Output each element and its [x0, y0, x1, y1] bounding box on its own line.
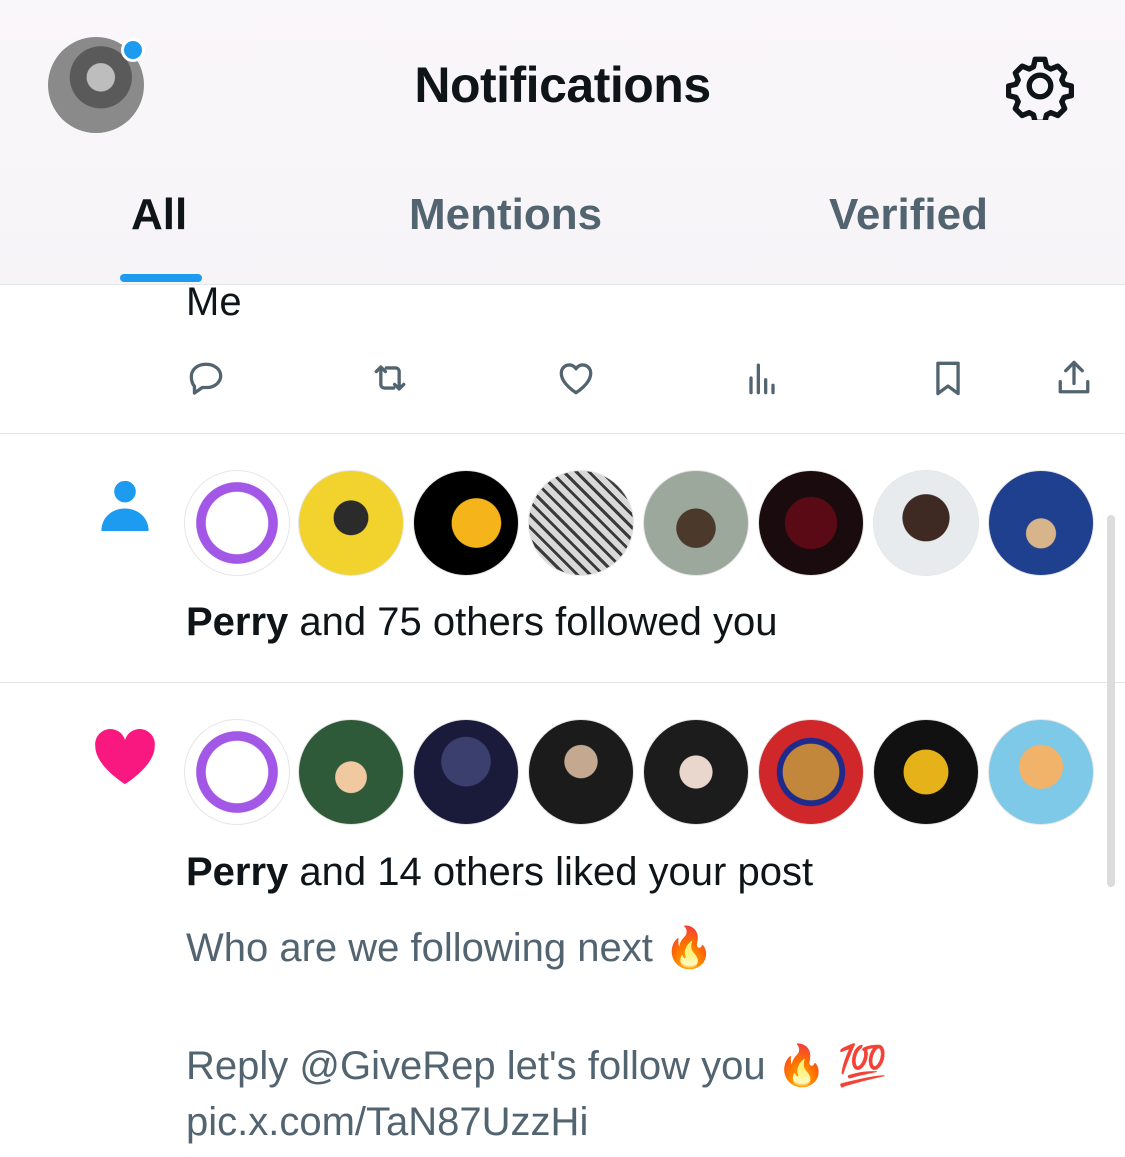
avatar[interactable]: [413, 719, 519, 825]
settings-gear-icon[interactable]: [1006, 52, 1074, 120]
like-icon[interactable]: [554, 356, 598, 400]
avatar[interactable]: [528, 470, 634, 576]
repost-icon[interactable]: [368, 356, 412, 400]
liked-post-line-2: Reply @GiveRep let's follow you 🔥 💯: [186, 1044, 888, 1088]
avatar[interactable]: [873, 719, 979, 825]
like-notification-text[interactable]: Perry and 14 others liked your post: [186, 850, 813, 895]
avatar[interactable]: [643, 470, 749, 576]
tab-all[interactable]: All: [131, 190, 187, 240]
liker-avatars: [184, 719, 1104, 825]
avatar[interactable]: [758, 470, 864, 576]
avatar[interactable]: [184, 470, 290, 576]
bookmark-icon[interactable]: [926, 356, 970, 400]
avatar[interactable]: [873, 470, 979, 576]
tab-verified[interactable]: Verified: [829, 190, 988, 240]
follow-notification-rest: and 75 others followed you: [288, 600, 778, 644]
follower-avatars: [184, 470, 1104, 576]
follower-name[interactable]: Perry: [186, 600, 288, 644]
avatar[interactable]: [988, 719, 1094, 825]
scrollbar[interactable]: [1107, 515, 1115, 887]
avatar[interactable]: [643, 719, 749, 825]
notifications-header: Notifications All Mentions Verified: [0, 0, 1125, 285]
page-title: Notifications: [414, 57, 711, 113]
follow-notification-text[interactable]: Perry and 75 others followed you: [186, 600, 778, 645]
avatar[interactable]: [988, 470, 1094, 576]
heart-icon: [95, 729, 155, 785]
avatar[interactable]: [758, 719, 864, 825]
post-text-tail: Me: [186, 280, 242, 324]
avatar[interactable]: [298, 719, 404, 825]
liked-post-link[interactable]: pic.x.com/TaN87UzzHi: [186, 1098, 588, 1146]
share-icon[interactable]: [1052, 356, 1096, 400]
liked-post-line-1: Who are we following next 🔥: [186, 926, 714, 970]
avatar[interactable]: [413, 470, 519, 576]
reply-icon[interactable]: [184, 356, 228, 400]
person-icon: [101, 480, 149, 531]
views-icon[interactable]: [740, 356, 784, 400]
like-notification-rest: and 14 others liked your post: [288, 850, 814, 894]
divider: [0, 682, 1125, 683]
tab-mentions[interactable]: Mentions: [409, 190, 602, 240]
liker-name[interactable]: Perry: [186, 850, 288, 894]
post-action-bar: [0, 356, 1125, 406]
avatar[interactable]: [298, 470, 404, 576]
divider: [0, 433, 1125, 434]
avatar[interactable]: [528, 719, 634, 825]
avatar[interactable]: [184, 719, 290, 825]
